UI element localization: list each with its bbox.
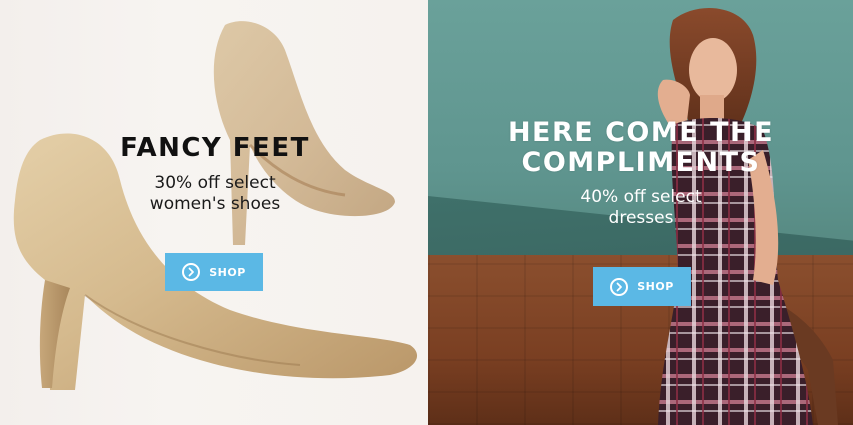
shoes-subline: 30% off select women's shoes — [90, 173, 340, 215]
chevron-circle-right-icon — [610, 277, 629, 296]
dresses-subline: 40% off select dresses — [490, 187, 792, 229]
shoes-promo-panel[interactable]: FANCY FEET 30% off select women's shoes — [0, 0, 428, 425]
shoes-promo-text: FANCY FEET 30% off select women's shoes — [90, 133, 340, 215]
shoes-shop-button[interactable]: SHOP — [165, 253, 263, 291]
dresses-shop-button-label: SHOP — [637, 280, 674, 293]
chevron-circle-right-icon — [182, 263, 201, 281]
dresses-subline-line-2: dresses — [608, 208, 674, 228]
dresses-promo-panel[interactable]: HERE COME THE COMPLIMENTS 40% off select… — [428, 0, 853, 425]
dresses-subline-line-1: 40% off select — [580, 187, 702, 207]
dresses-headline-line-2: COMPLIMENTS — [521, 147, 761, 178]
dresses-headline-line-1: HERE COME THE — [507, 117, 775, 148]
dresses-promo-text: HERE COME THE COMPLIMENTS 40% off select… — [490, 118, 792, 229]
shoes-headline: FANCY FEET — [120, 133, 310, 163]
shoes-subline-line-2: women's shoes — [149, 194, 281, 214]
shoes-shop-button-label: SHOP — [209, 265, 246, 279]
shoes-subline-line-1: 30% off select — [154, 173, 276, 193]
dresses-shop-button[interactable]: SHOP — [593, 267, 691, 306]
dresses-headline: HERE COME THE COMPLIMENTS — [490, 118, 792, 178]
promo-banner: FANCY FEET 30% off select women's shoes — [0, 0, 853, 425]
